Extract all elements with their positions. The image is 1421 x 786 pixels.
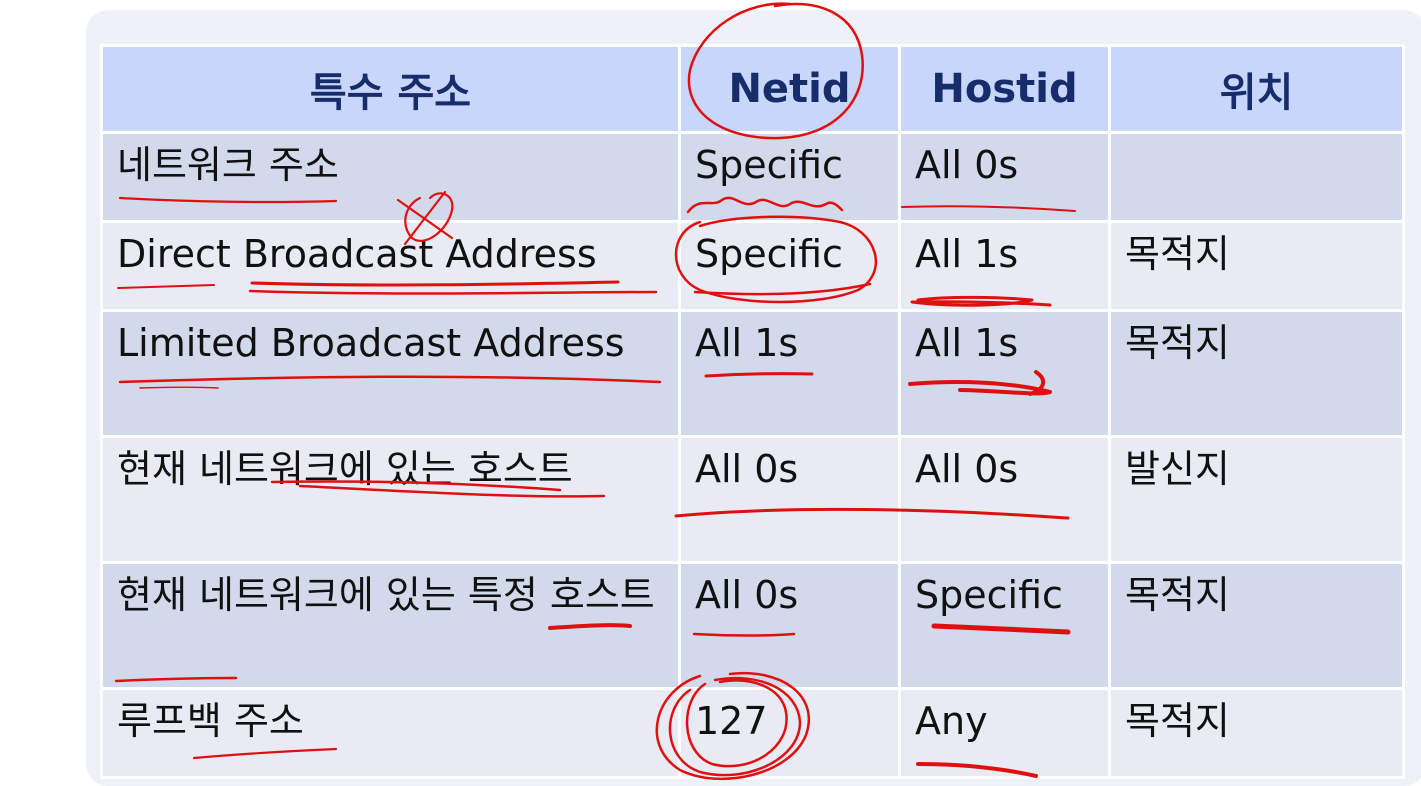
cell-hostid: Specific — [898, 561, 1111, 690]
header-hostid: Hostid — [898, 44, 1111, 134]
cell-hostid: All 1s — [898, 220, 1111, 312]
table-row: 루프백 주소 127 Any 목적지 — [100, 687, 1405, 779]
cell-address-name: 루프백 주소 — [100, 687, 681, 779]
cell-netid: Specific — [678, 220, 901, 312]
header-location: 위치 — [1108, 44, 1405, 134]
header-netid: Netid — [678, 44, 901, 134]
header-special-address: 특수 주소 — [100, 44, 681, 134]
cell-location: 목적지 — [1108, 687, 1405, 779]
cell-address-name: 현재 네트워크에 있는 특정 호스트 — [100, 561, 681, 690]
cell-hostid: All 1s — [898, 309, 1111, 438]
table-row: Limited Broadcast Address All 1s All 1s … — [100, 309, 1405, 438]
cell-location: 목적지 — [1108, 561, 1405, 690]
cell-address-name: 현재 네트워크에 있는 호스트 — [100, 435, 681, 564]
cell-address-name: Direct Broadcast Address — [100, 220, 681, 312]
table-row: 현재 네트워크에 있는 특정 호스트 All 0s Specific 목적지 — [100, 561, 1405, 690]
table-row: 네트워크 주소 Specific All 0s — [100, 131, 1405, 223]
table-header-row: 특수 주소 Netid Hostid 위치 — [100, 44, 1405, 134]
cell-netid: All 0s — [678, 561, 901, 690]
cell-location: 목적지 — [1108, 220, 1405, 312]
cell-netid: Specific — [678, 131, 901, 223]
cell-address-name: Limited Broadcast Address — [100, 309, 681, 438]
cell-location: 목적지 — [1108, 309, 1405, 438]
cell-hostid: Any — [898, 687, 1111, 779]
cell-netid: 127 — [678, 687, 901, 779]
table-row: Direct Broadcast Address Specific All 1s… — [100, 220, 1405, 312]
cell-netid: All 1s — [678, 309, 901, 438]
cell-netid: All 0s — [678, 435, 901, 564]
special-address-table: 특수 주소 Netid Hostid 위치 네트워크 주소 Specific A… — [100, 44, 1405, 779]
cell-location — [1108, 131, 1405, 223]
cell-location: 발신지 — [1108, 435, 1405, 564]
cell-hostid: All 0s — [898, 435, 1111, 564]
slide-canvas: 특수 주소 Netid Hostid 위치 네트워크 주소 Specific A… — [0, 0, 1421, 786]
table-row: 현재 네트워크에 있는 호스트 All 0s All 0s 발신지 — [100, 435, 1405, 564]
cell-hostid: All 0s — [898, 131, 1111, 223]
cell-address-name: 네트워크 주소 — [100, 131, 681, 223]
